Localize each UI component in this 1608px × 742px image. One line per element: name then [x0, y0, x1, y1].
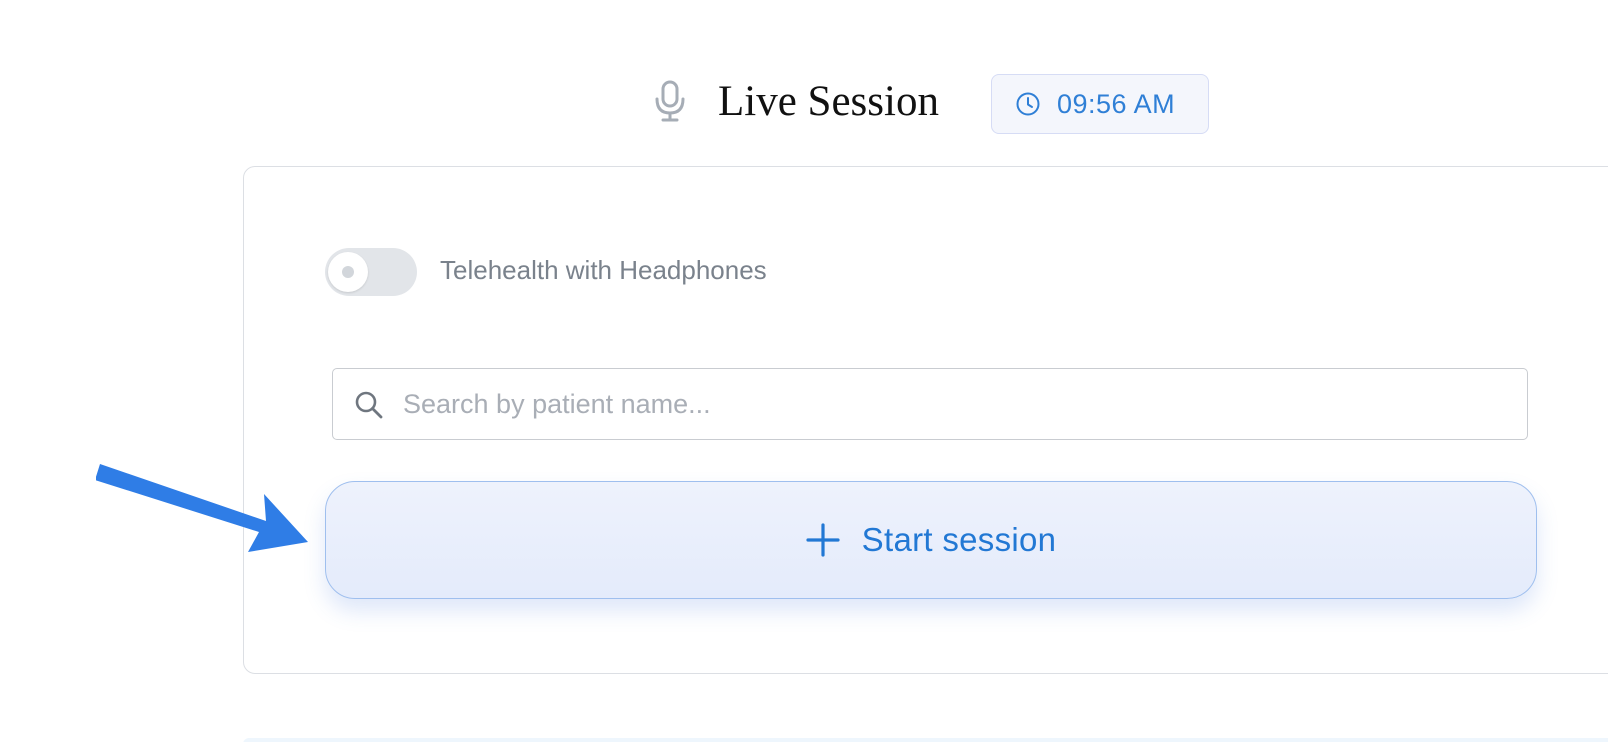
- search-input[interactable]: [403, 369, 1513, 439]
- clock-icon: [1016, 92, 1040, 116]
- next-card-edge: [243, 738, 1608, 742]
- patient-search: [332, 368, 1528, 440]
- time-badge: 09:56 AM: [991, 74, 1209, 134]
- start-session-label: Start session: [861, 521, 1057, 558]
- live-session-page: Live Session 09:56 AM Telehealth with He…: [0, 0, 1608, 742]
- toggle-label: Telehealth with Headphones: [440, 255, 767, 285]
- time-text: 09:56 AM: [1057, 88, 1176, 119]
- annotation-arrow-icon: [96, 464, 308, 552]
- start-session-button[interactable]: Start session: [325, 481, 1537, 599]
- telehealth-headphones-toggle[interactable]: [325, 248, 417, 296]
- page-title: Live Session: [718, 78, 939, 125]
- plus-icon: [806, 523, 840, 557]
- toggle-knob: [328, 252, 368, 292]
- search-icon: [355, 391, 383, 419]
- microphone-icon: [655, 80, 685, 122]
